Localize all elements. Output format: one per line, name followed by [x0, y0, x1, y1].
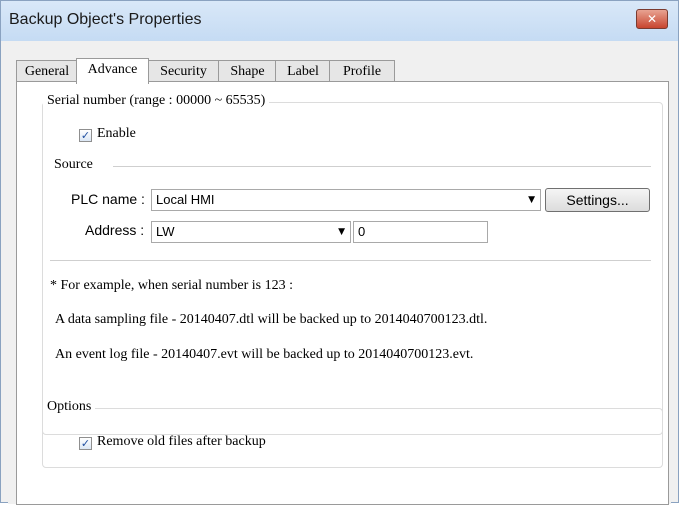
close-icon: ✕ — [646, 12, 658, 26]
plc-name-dropdown[interactable]: Local HMI ▼ — [151, 189, 541, 211]
tab-shape[interactable]: Shape — [218, 60, 277, 82]
source-label: Source — [54, 157, 93, 172]
tab-profile[interactable]: Profile — [329, 60, 395, 82]
title-bar[interactable]: Backup Object's Properties ✕ — [1, 1, 678, 41]
advance-tab-panel: Serial number (range : 00000 ~ 65535) ✓ … — [16, 81, 669, 505]
address-label: Address : — [85, 222, 145, 238]
address-type-value: LW — [156, 224, 175, 239]
tab-security[interactable]: Security — [147, 60, 220, 82]
serial-number-group — [42, 102, 663, 435]
address-type-dropdown[interactable]: LW ▼ — [151, 221, 351, 243]
chevron-down-icon: ▼ — [528, 195, 535, 205]
close-button[interactable]: ✕ — [636, 9, 668, 29]
address-input[interactable]: 0 — [353, 221, 488, 243]
plc-name-value: Local HMI — [156, 192, 215, 207]
check-icon: ✓ — [80, 129, 91, 142]
example-line-1: A data sampling file - 20140407.dtl will… — [55, 312, 488, 327]
remove-old-files-label[interactable]: Remove old files after backup — [97, 434, 266, 450]
source-divider — [113, 166, 651, 167]
chevron-down-icon: ▼ — [338, 227, 345, 237]
plc-name-label: PLC name : — [71, 191, 145, 207]
example-line-2: An event log file - 20140407.evt will be… — [55, 347, 474, 362]
enable-checkbox[interactable]: ✓ — [79, 129, 92, 142]
options-legend: Options — [43, 399, 96, 415]
dialog-client: General Advance Security Shape Label Pro… — [8, 41, 671, 505]
settings-button[interactable]: Settings... — [545, 188, 650, 212]
serial-number-legend: Serial number (range : 00000 ~ 65535) — [43, 93, 270, 109]
check-icon: ✓ — [80, 437, 91, 450]
tab-general[interactable]: General — [16, 60, 78, 82]
example-divider — [50, 260, 651, 261]
window-title: Backup Object's Properties — [9, 11, 202, 28]
remove-old-files-checkbox[interactable]: ✓ — [79, 437, 92, 450]
tab-label[interactable]: Label — [275, 60, 331, 82]
dialog-window: Backup Object's Properties ✕ General Adv… — [0, 0, 679, 505]
tab-advance[interactable]: Advance — [76, 58, 149, 84]
example-heading: * For example, when serial number is 123… — [50, 278, 294, 293]
enable-label[interactable]: Enable — [97, 126, 136, 142]
